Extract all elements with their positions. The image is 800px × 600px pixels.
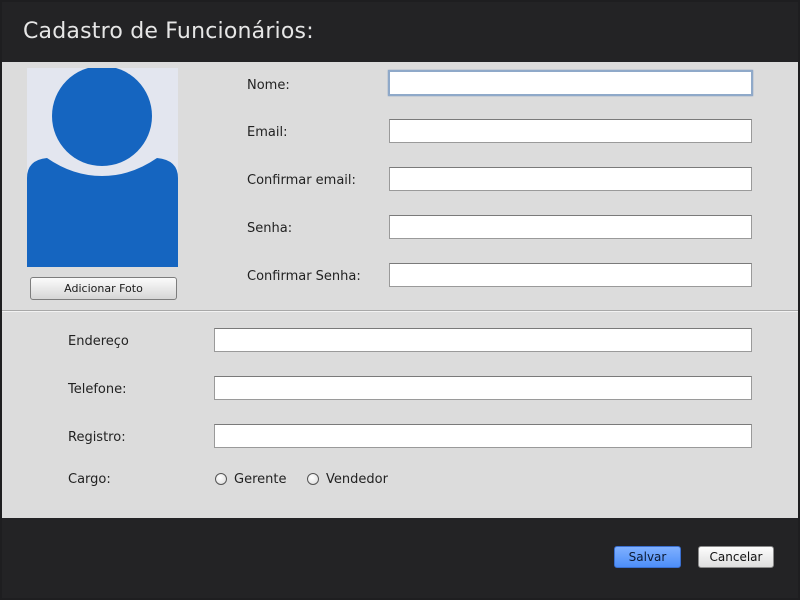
email-label: Email: — [247, 125, 288, 140]
radio-seller-label[interactable]: Vendedor — [326, 472, 388, 487]
avatar-head — [52, 68, 152, 166]
confirm-email-field[interactable] — [389, 167, 752, 191]
radio-seller[interactable] — [307, 473, 319, 485]
avatar-body — [27, 158, 178, 267]
profile-photo — [27, 68, 178, 267]
window-header: Cadastro de Funcionários: — [2, 2, 798, 62]
save-button[interactable]: Salvar — [614, 546, 681, 568]
user-silhouette-icon — [27, 68, 178, 267]
cancel-button[interactable]: Cancelar — [698, 546, 774, 568]
radio-manager[interactable] — [215, 473, 227, 485]
name-field[interactable] — [388, 70, 753, 96]
section-divider — [2, 310, 798, 312]
name-label: Nome: — [247, 78, 290, 93]
phone-label: Telefone: — [68, 382, 127, 397]
footer-bar: Salvar Cancelar — [2, 518, 798, 598]
address-label: Endereço — [68, 334, 129, 349]
password-field[interactable] — [389, 215, 752, 239]
add-photo-button[interactable]: Adicionar Foto — [30, 277, 177, 300]
form-panel: Adicionar Foto Nome: Email: Confirmar em… — [2, 62, 798, 518]
role-label: Cargo: — [68, 472, 111, 487]
registry-label: Registro: — [68, 430, 126, 445]
confirm-password-field[interactable] — [389, 263, 752, 287]
address-field[interactable] — [214, 328, 752, 352]
radio-manager-label[interactable]: Gerente — [234, 472, 286, 487]
confirm-email-label: Confirmar email: — [247, 173, 356, 188]
confirm-password-label: Confirmar Senha: — [247, 269, 361, 284]
email-field[interactable] — [389, 119, 752, 143]
window-title: Cadastro de Funcionários: — [23, 19, 314, 44]
password-label: Senha: — [247, 221, 293, 236]
registry-field[interactable] — [214, 424, 752, 448]
phone-field[interactable] — [214, 376, 752, 400]
employee-registration-window: Cadastro de Funcionários: Adicionar Foto… — [0, 0, 800, 600]
